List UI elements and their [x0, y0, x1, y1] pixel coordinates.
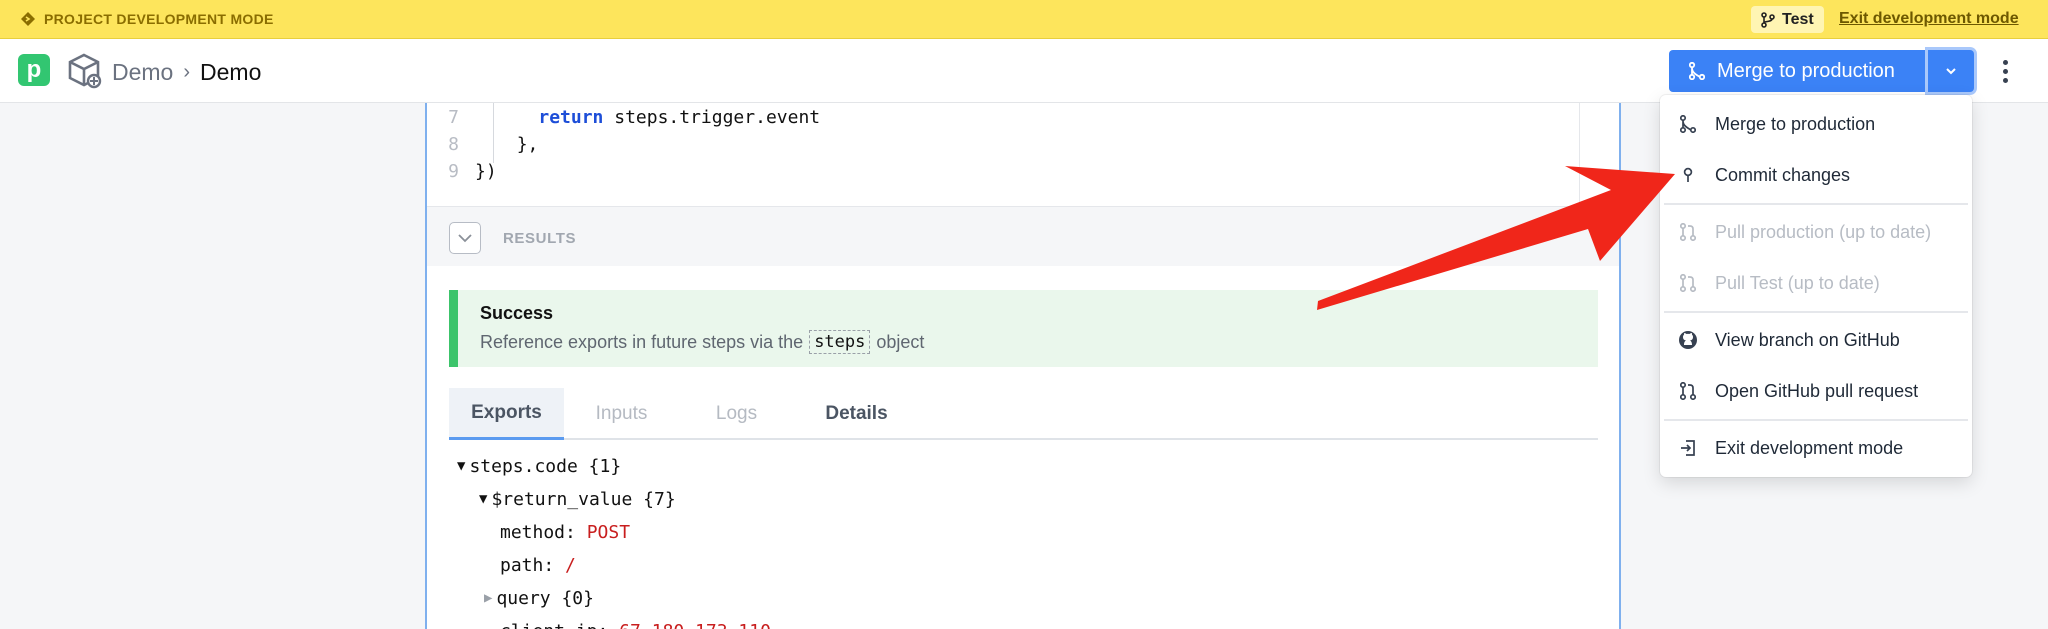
exit-dev-mode-link[interactable]: Exit development mode: [1839, 10, 2019, 28]
dev-mode-indicator: PROJECT DEVELOPMENT MODE: [20, 11, 274, 27]
success-description: Reference exports in future steps via th…: [480, 330, 925, 354]
success-alert: Success Reference exports in future step…: [449, 290, 1598, 367]
code-line: 8 },: [427, 131, 538, 157]
merge-options-toggle[interactable]: [1928, 50, 1974, 92]
branch-name: Test: [1782, 10, 1814, 28]
steps-code-chip: steps: [809, 330, 871, 354]
more-options-icon[interactable]: [1995, 55, 2015, 87]
tree-leaf: client_ip: 67.180.173.110: [500, 618, 771, 629]
menu-item-view-branch-github[interactable]: View branch on GitHub: [1660, 317, 1972, 363]
tree-node[interactable]: ▼ $return_value {7}: [479, 486, 676, 512]
commit-icon: [1678, 165, 1698, 185]
tree-leaf: path: /: [500, 554, 576, 576]
menu-item-commit-changes[interactable]: Commit changes: [1660, 152, 1972, 198]
dev-mode-icon: [21, 12, 35, 26]
merge-to-production-button[interactable]: Merge to production: [1669, 50, 1927, 92]
code-line: 9 }): [427, 158, 497, 184]
menu-item-merge-to-production[interactable]: Merge to production: [1660, 101, 1972, 147]
dev-mode-label: PROJECT DEVELOPMENT MODE: [44, 11, 274, 27]
merge-icon: [1689, 62, 1705, 80]
pull-icon: [1678, 273, 1698, 293]
exit-icon: [1678, 438, 1698, 458]
code-text: }): [475, 160, 497, 182]
merge-button-label: Merge to production: [1717, 59, 1895, 82]
step-panel: 7 return steps.trigger.event 8 }, 9 }) R…: [425, 103, 1621, 629]
merge-icon: [1678, 114, 1698, 134]
tab-exports[interactable]: Exports: [449, 388, 564, 440]
tab-details[interactable]: Details: [794, 388, 919, 440]
breadcrumb-separator: ›: [183, 61, 191, 83]
tab-logs[interactable]: Logs: [679, 388, 794, 440]
menu-item-open-pull-request[interactable]: Open GitHub pull request: [1660, 368, 1972, 414]
code-text: return steps.trigger.event: [538, 106, 821, 128]
tree-node[interactable]: ▼ steps.code {1}: [457, 453, 621, 479]
results-tabs: Exports Inputs Logs Details: [449, 388, 1598, 440]
menu-divider: [1664, 419, 1968, 421]
line-number: 8: [448, 133, 459, 155]
branch-chip[interactable]: Test: [1751, 6, 1824, 33]
line-number: 9: [448, 160, 459, 182]
menu-item-pull-test: Pull Test (up to date): [1660, 260, 1972, 306]
breadcrumb: Demo › Demo: [112, 59, 261, 86]
project-icon: [68, 53, 102, 89]
github-icon: [1678, 330, 1698, 350]
chevron-down-icon: [1946, 68, 1956, 75]
code-text: },: [516, 133, 539, 155]
success-title: Success: [480, 303, 554, 323]
tab-inputs[interactable]: Inputs: [564, 388, 679, 440]
tree-node[interactable]: ▶ query {0}: [484, 585, 594, 611]
menu-divider: [1664, 311, 1968, 313]
results-collapse-toggle[interactable]: [449, 222, 481, 254]
app-logo[interactable]: p: [18, 54, 50, 86]
breadcrumb-workflow[interactable]: Demo: [200, 59, 261, 86]
code-line: 7 return steps.trigger.event: [427, 104, 820, 130]
dev-mode-banner: PROJECT DEVELOPMENT MODE Test Exit devel…: [0, 0, 2048, 39]
pull-icon: [1678, 222, 1698, 242]
pull-request-icon: [1678, 381, 1698, 401]
menu-item-pull-production: Pull production (up to date): [1660, 209, 1972, 255]
menu-item-exit-dev-mode[interactable]: Exit development mode: [1660, 425, 1972, 471]
tree-leaf: method: POST: [500, 521, 631, 543]
code-editor[interactable]: 7 return steps.trigger.event 8 }, 9 }): [427, 103, 1580, 206]
code-keyword: return: [538, 106, 604, 128]
collapsed-triangle-icon: ▶: [484, 590, 493, 606]
branch-icon: [1761, 11, 1775, 28]
app-header: p Demo › Demo Merge to production: [0, 39, 2048, 103]
line-number: 7: [448, 106, 459, 128]
breadcrumb-project[interactable]: Demo: [112, 59, 173, 86]
chevron-down-icon: [458, 234, 472, 243]
expanded-triangle-icon: ▼: [457, 458, 466, 474]
results-header[interactable]: RESULTS: [427, 206, 1619, 266]
merge-options-menu: Merge to production Commit changes Pull …: [1660, 95, 1972, 477]
menu-divider: [1664, 203, 1968, 205]
results-label: RESULTS: [503, 230, 577, 247]
expanded-triangle-icon: ▼: [479, 491, 488, 507]
